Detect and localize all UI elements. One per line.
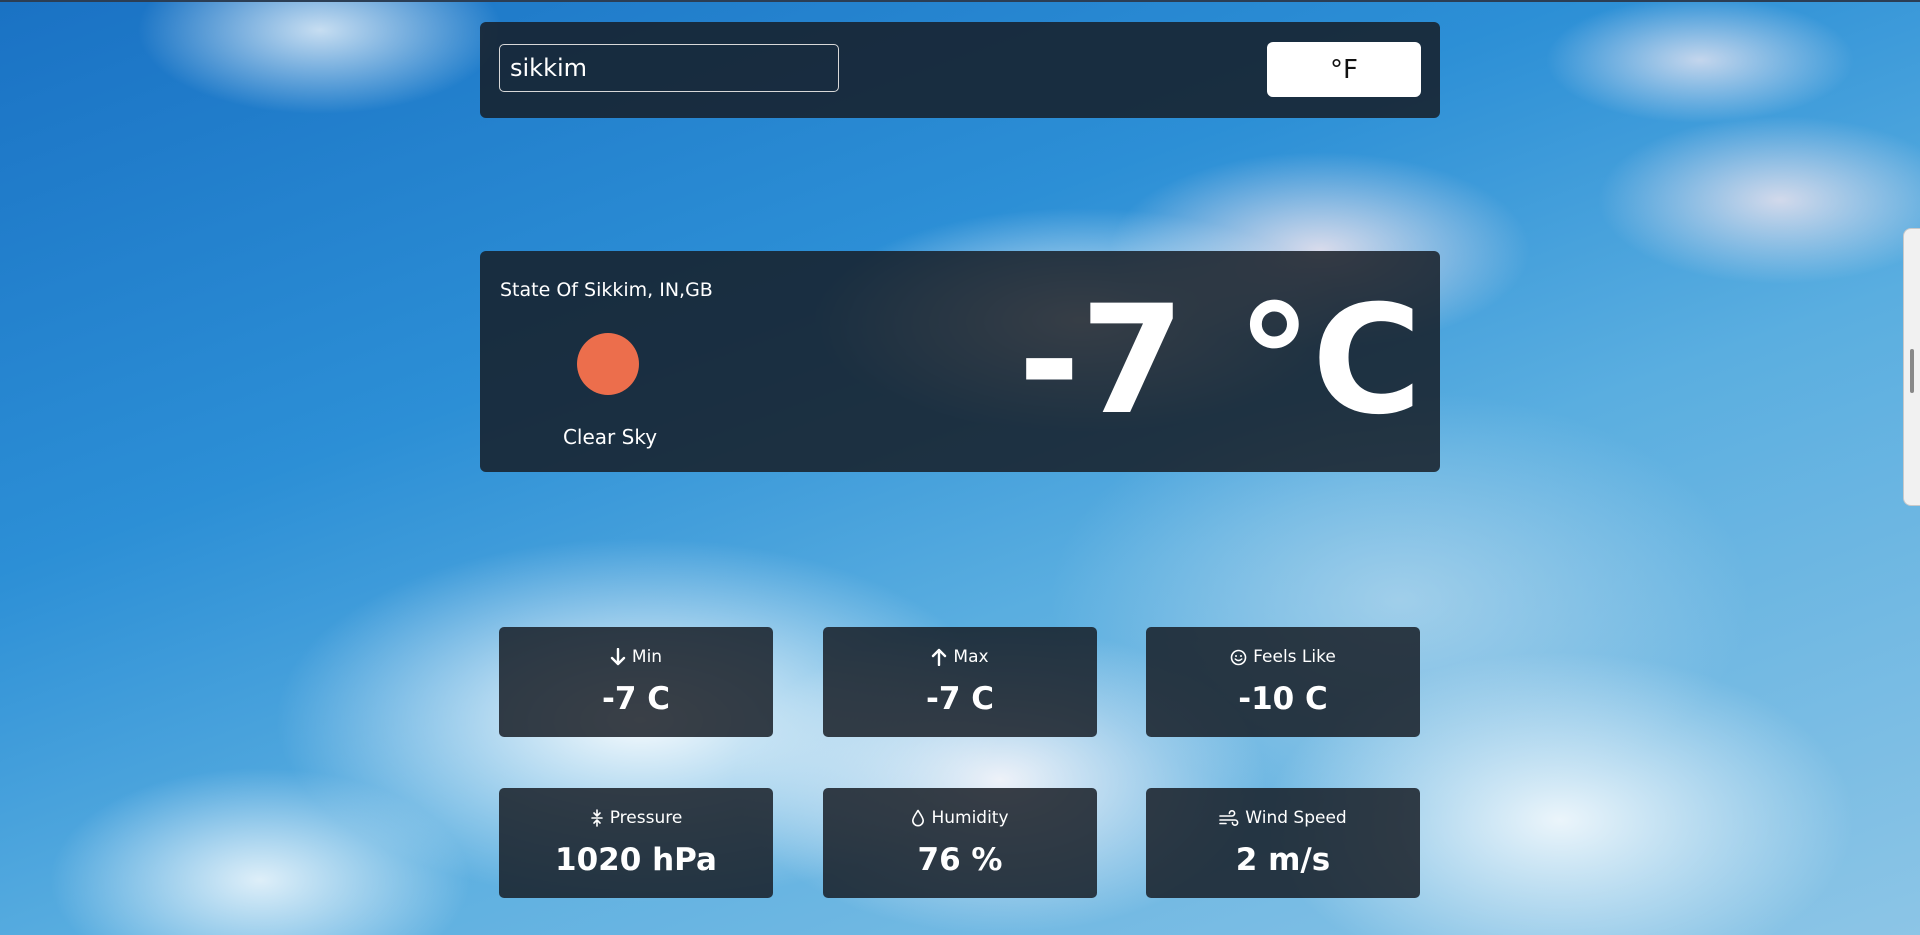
weather-description: Clear Sky xyxy=(562,425,658,449)
stat-value: -7 C xyxy=(926,681,994,717)
compress-icon xyxy=(590,809,603,827)
stat-value: 1020 hPa xyxy=(555,842,717,878)
location-label: State Of Sikkim, IN,GB xyxy=(500,279,713,301)
stat-card-humidity: Humidity 76 % xyxy=(823,788,1097,898)
stat-label: Humidity xyxy=(931,808,1009,828)
unit-toggle-button[interactable]: °F xyxy=(1267,42,1421,97)
stat-label: Max xyxy=(953,647,989,667)
scrollbar-thumb[interactable] xyxy=(1910,349,1914,393)
sun-icon xyxy=(577,333,639,395)
stat-label: Min xyxy=(631,647,663,667)
stat-label: Feels Like xyxy=(1253,647,1336,667)
current-temperature: -7 °C xyxy=(1018,274,1422,448)
stat-value: -7 C xyxy=(602,681,670,717)
city-search-input[interactable] xyxy=(499,44,839,92)
stat-card-max: Max -7 C xyxy=(823,627,1097,737)
page-scrollbar[interactable] xyxy=(1903,228,1920,506)
search-bar: °F xyxy=(480,22,1440,118)
stat-label: Wind Speed xyxy=(1245,808,1347,828)
stat-card-min: Min -7 C xyxy=(499,627,773,737)
stat-card-wind-speed: Wind Speed 2 m/s xyxy=(1146,788,1420,898)
wind-icon xyxy=(1219,809,1239,826)
stat-card-feels-like: Feels Like -10 C xyxy=(1146,627,1420,737)
stat-value: -10 C xyxy=(1238,681,1328,717)
current-weather-panel: State Of Sikkim, IN,GB Clear Sky -7 °C xyxy=(480,251,1440,472)
stat-value: 2 m/s xyxy=(1235,842,1331,878)
stat-card-pressure: Pressure 1020 hPa xyxy=(499,788,773,898)
smile-icon xyxy=(1230,649,1247,665)
arrow-down-icon xyxy=(610,648,626,666)
droplet-icon xyxy=(912,809,925,827)
stat-label: Pressure xyxy=(609,808,683,828)
window-top-border xyxy=(0,0,1920,2)
arrow-up-icon xyxy=(932,648,947,666)
stat-value: 76 % xyxy=(917,842,1003,878)
